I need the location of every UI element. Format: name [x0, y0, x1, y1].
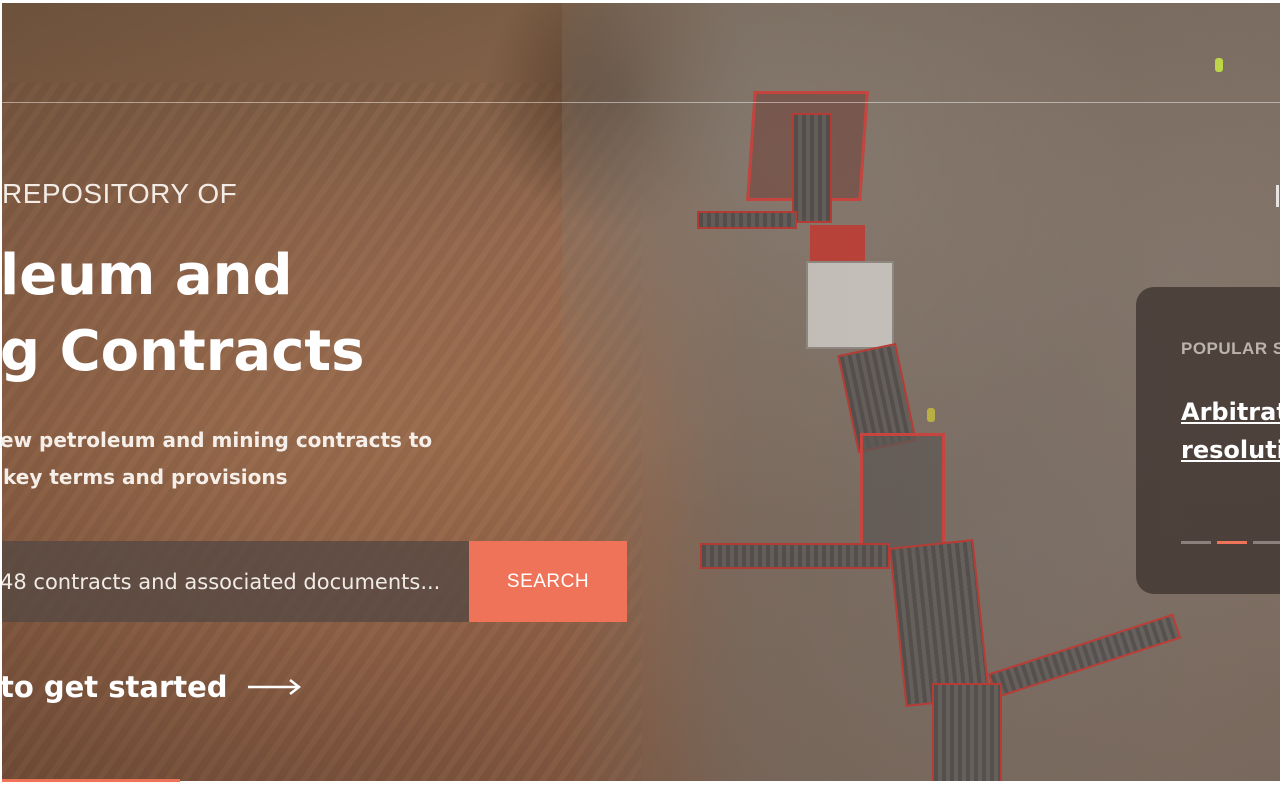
arrow-right-icon	[247, 677, 302, 697]
hero-overlay	[2, 3, 1280, 781]
get-started-label: to get started	[0, 670, 228, 704]
search-button[interactable]: SEARCH	[469, 541, 627, 622]
search-bar: SEARCH	[2, 541, 627, 622]
hero-title-line: leum and	[0, 243, 293, 308]
carousel-dot-active[interactable]	[1217, 541, 1247, 544]
carousel-dot[interactable]	[1253, 541, 1280, 544]
carousel-dots	[1181, 541, 1280, 544]
hero-eyebrow: REPOSITORY OF	[2, 178, 238, 209]
search-input[interactable]	[2, 541, 469, 622]
offscreen-text-fragment	[1276, 185, 1279, 207]
hero-subtitle-line: ew petroleum and mining contracts to	[0, 428, 433, 452]
popular-search-link[interactable]: Arbitrat resoluti	[1181, 393, 1280, 469]
popular-search-link-line: resoluti	[1181, 436, 1280, 464]
get-started-link[interactable]: to get started	[0, 670, 302, 704]
popular-searches-label: POPULAR S	[1181, 339, 1280, 358]
hero-subtitle: ew petroleum and mining contracts to key…	[0, 422, 432, 496]
header-divider	[2, 102, 1280, 103]
hero-title-line: g Contracts	[0, 319, 365, 384]
popular-search-link-line: Arbitrat	[1181, 398, 1280, 426]
carousel-dot[interactable]	[1181, 541, 1211, 544]
hero-subtitle-line: key terms and provisions	[3, 465, 288, 489]
progress-accent-bar	[2, 779, 180, 782]
hero-section	[2, 3, 1280, 781]
popular-searches-card: POPULAR S Arbitrat resoluti	[1136, 287, 1280, 594]
hero-title: leum and g Contracts	[0, 238, 365, 390]
